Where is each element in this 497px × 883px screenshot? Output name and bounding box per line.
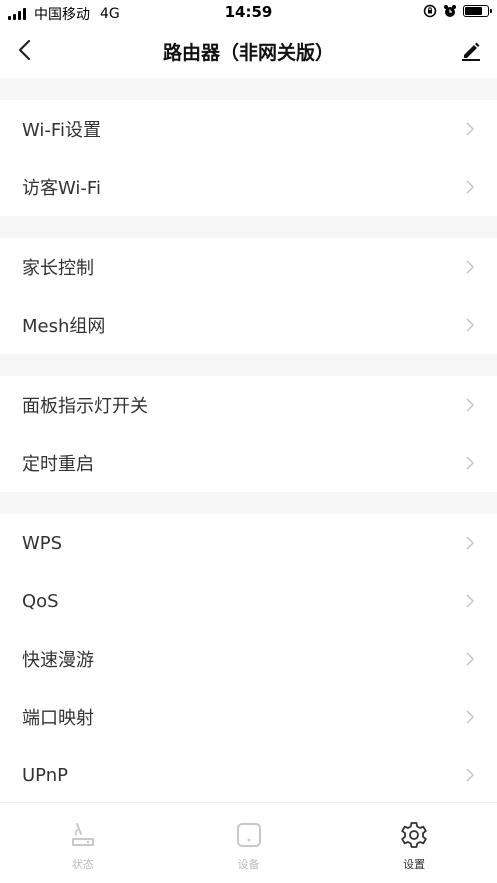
menu-item-label: 面板指示灯开关 <box>22 396 148 417</box>
bottom-tab-bar: 状态 设备 设置 <box>0 802 497 883</box>
tab-label: 状态 <box>71 858 94 871</box>
section-divider <box>0 492 497 514</box>
menu-item-label: 家长控制 <box>22 258 94 279</box>
status-bar: 中国移动 4G 14:59 <box>0 0 497 26</box>
menu-item-indicator-light[interactable]: 面板指示灯开关 <box>0 376 497 434</box>
menu-item-qos[interactable]: QoS <box>0 572 497 630</box>
menu-item-wifi-settings[interactable]: Wi-Fi设置 <box>0 100 497 158</box>
chevron-right-icon <box>466 594 475 608</box>
chevron-right-icon <box>466 122 475 136</box>
chevron-right-icon <box>466 710 475 724</box>
menu-item-label: WPS <box>22 532 63 554</box>
menu-item-label: Mesh组网 <box>22 316 106 337</box>
menu-item-scheduled-reboot[interactable]: 定时重启 <box>0 434 497 492</box>
menu-item-label: Wi-Fi设置 <box>22 120 101 141</box>
menu-item-upnp[interactable]: UPnP <box>0 746 497 804</box>
section-divider <box>0 354 497 376</box>
menu-item-mesh-network[interactable]: Mesh组网 <box>0 296 497 354</box>
page-title: 路由器（非网关版） <box>162 42 334 64</box>
device-icon <box>236 823 261 847</box>
section-divider <box>0 78 497 100</box>
tab-devices[interactable]: 设备 <box>166 803 332 883</box>
menu-item-label: 访客Wi-Fi <box>22 178 101 199</box>
section-divider <box>0 216 497 238</box>
menu-item-wps[interactable]: WPS <box>0 514 497 572</box>
chevron-right-icon <box>466 180 475 194</box>
tab-label: 设置 <box>403 858 426 871</box>
chevron-right-icon <box>466 536 475 550</box>
menu-item-port-mapping[interactable]: 端口映射 <box>0 688 497 746</box>
chevron-right-icon <box>466 318 475 332</box>
chevron-right-icon <box>466 398 475 412</box>
chevron-right-icon <box>466 652 475 666</box>
menu-item-label: 定时重启 <box>22 454 94 475</box>
router-icon <box>71 823 94 846</box>
menu-item-label: 端口映射 <box>22 708 94 729</box>
rotation-lock-icon <box>423 4 437 18</box>
edit-icon[interactable] <box>459 38 483 62</box>
alarm-icon <box>444 5 456 17</box>
tab-status[interactable]: 状态 <box>0 803 166 883</box>
menu-item-fast-roaming[interactable]: 快速漫游 <box>0 630 497 688</box>
status-right <box>423 4 492 18</box>
gear-icon <box>401 822 427 848</box>
menu-item-guest-wifi[interactable]: 访客Wi-Fi <box>0 158 497 216</box>
tab-settings[interactable]: 设置 <box>331 803 497 883</box>
chevron-right-icon <box>466 260 475 274</box>
battery-icon <box>463 5 492 17</box>
navigation-header: 路由器（非网关版） <box>0 26 497 78</box>
menu-item-label: QoS <box>22 590 59 612</box>
menu-item-label: UPnP <box>22 764 68 786</box>
menu-item-parental-control[interactable]: 家长控制 <box>0 238 497 296</box>
menu-item-label: 快速漫游 <box>22 650 94 671</box>
tab-label: 设备 <box>237 858 260 871</box>
chevron-right-icon <box>466 768 475 782</box>
chevron-right-icon <box>466 456 475 470</box>
